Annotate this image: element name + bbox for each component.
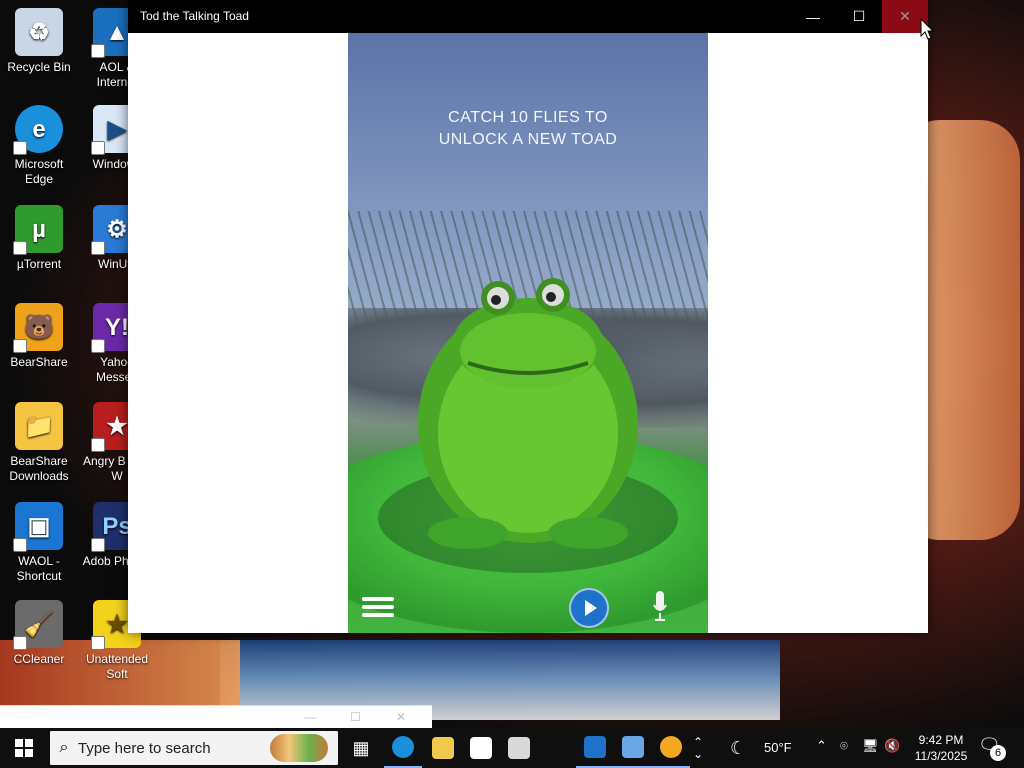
desktop-icon-utorrent[interactable]: µ µTorrent xyxy=(0,205,78,272)
taskbar-store-button[interactable] xyxy=(462,728,500,768)
downloader-icon xyxy=(660,736,682,758)
maximize-button[interactable]: ☐ xyxy=(836,0,882,33)
desktop-icon-bearshare[interactable]: 🐻 BearShare xyxy=(0,303,78,370)
clock-date: 11/3/2025 xyxy=(914,749,968,763)
taskbar-mail-button[interactable] xyxy=(500,728,538,768)
edge-icon xyxy=(392,736,414,758)
bearshare-icon: 🐻 xyxy=(13,303,63,353)
task-view-button[interactable]: ▦ xyxy=(342,728,380,768)
game-viewport[interactable]: CATCH 10 FLIES TO UNLOCK A NEW TOAD xyxy=(348,33,708,633)
menu-button[interactable] xyxy=(362,593,394,617)
desktop-icon-ccleaner[interactable]: 🧹 CCleaner xyxy=(0,600,78,667)
search-placeholder: Type here to search xyxy=(78,739,211,757)
taskbar-scroll-button[interactable]: ⌃ ⌄ xyxy=(686,728,710,768)
window-content: CATCH 10 FLIES TO UNLOCK A NEW TOAD xyxy=(128,33,928,633)
action-center-button[interactable]: 🗨 6 xyxy=(978,735,1006,761)
maximize-icon: ☐ xyxy=(852,8,866,24)
background-close-button[interactable]: ✕ xyxy=(380,710,422,724)
desktop-icon-label: Microsoft Edge xyxy=(14,157,64,186)
search-highlight-image xyxy=(270,734,328,762)
desktop-icon-label: Unattended Soft xyxy=(85,652,149,681)
file-explorer-icon xyxy=(432,737,454,759)
moon-weather-icon: ☾ xyxy=(730,738,747,758)
chevron-up-down-icon: ⌃ ⌄ xyxy=(692,735,704,761)
notification-count-badge: 6 xyxy=(990,745,1006,761)
activity-icon xyxy=(584,736,606,758)
desktop-icon-waol-shortcut[interactable]: ▣ WAOL - Shortcut xyxy=(0,502,78,584)
background-window: — ☐ ✕ xyxy=(0,705,432,729)
background-minimize-button[interactable]: — xyxy=(289,710,331,724)
mail-icon xyxy=(508,737,530,759)
windows-logo-icon xyxy=(15,739,33,757)
chevron-up-icon[interactable]: ⌃ xyxy=(816,738,827,754)
taskbar-downloader-button[interactable] xyxy=(652,728,690,768)
minimize-button[interactable]: — xyxy=(790,0,836,33)
utorrent-icon: µ xyxy=(13,205,63,255)
background-maximize-button[interactable]: ☐ xyxy=(335,710,377,724)
desktop-icon-bearshare-downloads[interactable]: 📁 BearShare Downloads xyxy=(0,402,78,484)
taskbar-file-explorer-button[interactable] xyxy=(424,728,462,768)
play-button[interactable] xyxy=(569,588,609,628)
taskbar-edge-button[interactable] xyxy=(384,728,422,768)
minimize-icon: — xyxy=(806,8,820,25)
menu-icon-bar xyxy=(362,613,394,617)
desktop-icon-edge[interactable]: e Microsoft Edge xyxy=(0,105,78,187)
search-icon: ⌕ xyxy=(59,739,69,756)
desktop-icon-label: WAOL - Shortcut xyxy=(16,554,62,583)
ccleaner-icon: 🧹 xyxy=(13,600,63,650)
background-window-controls: — ☐ ✕ xyxy=(289,710,422,724)
clock-time: 9:42 PM xyxy=(918,733,964,747)
bearshare-downloads-icon: 📁 xyxy=(15,402,63,450)
meet-now-icon[interactable]: ⌾ xyxy=(840,738,848,754)
desktop-icon-label: µTorrent xyxy=(16,257,62,271)
desktop-icon-label: BearShare Downloads xyxy=(9,454,69,483)
taskbar-clock[interactable]: 9:42 PM 11/3/2025 xyxy=(906,732,976,764)
mouse-cursor-icon xyxy=(920,18,934,40)
taskbar-activity-button[interactable] xyxy=(576,728,614,768)
weather-temperature[interactable]: 50°F xyxy=(764,740,792,755)
window-title: Tod the Talking Toad xyxy=(140,9,249,23)
taskbar-control-panel-button[interactable] xyxy=(614,728,652,768)
control-panel-icon xyxy=(622,736,644,758)
volume-muted-icon[interactable]: 🔇 xyxy=(884,738,900,754)
desktop-icons: ♻ Recycle Bin ▲ AOL & Internet e Microso… xyxy=(0,0,151,700)
desktop-icon-label: Recycle Bin xyxy=(7,60,71,74)
desktop-icon-label: CCleaner xyxy=(13,652,65,666)
menu-icon-bar xyxy=(362,597,394,601)
taskbar-search-box[interactable]: ⌕ Type here to search xyxy=(50,731,338,765)
store-icon xyxy=(470,737,492,759)
waol-shortcut-icon: ▣ xyxy=(13,502,63,552)
microphone-icon[interactable] xyxy=(651,589,669,623)
start-button[interactable] xyxy=(0,728,48,768)
taskbar: ⌕ Type here to search ▦ ⌃ ⌄ ☾ 50°F ⌃ ⌾ 🖥 … xyxy=(0,728,1024,768)
desktop-icon-recycle-bin[interactable]: ♻ Recycle Bin xyxy=(0,8,78,75)
app-window: Tod the Talking Toad — ☐ ✕ CATCH 10 FLIE… xyxy=(128,0,928,633)
window-titlebar[interactable]: Tod the Talking Toad — ☐ ✕ xyxy=(128,0,928,33)
network-icon[interactable]: 🖥 xyxy=(862,738,879,754)
close-icon: ✕ xyxy=(899,8,911,24)
task-view-icon: ▦ xyxy=(352,737,370,758)
desktop-icon-label: BearShare xyxy=(10,355,68,369)
menu-icon-bar xyxy=(362,605,394,609)
recycle-bin-icon: ♻ xyxy=(15,8,63,56)
toad-character[interactable] xyxy=(348,33,708,633)
edge-icon: e xyxy=(13,105,63,155)
